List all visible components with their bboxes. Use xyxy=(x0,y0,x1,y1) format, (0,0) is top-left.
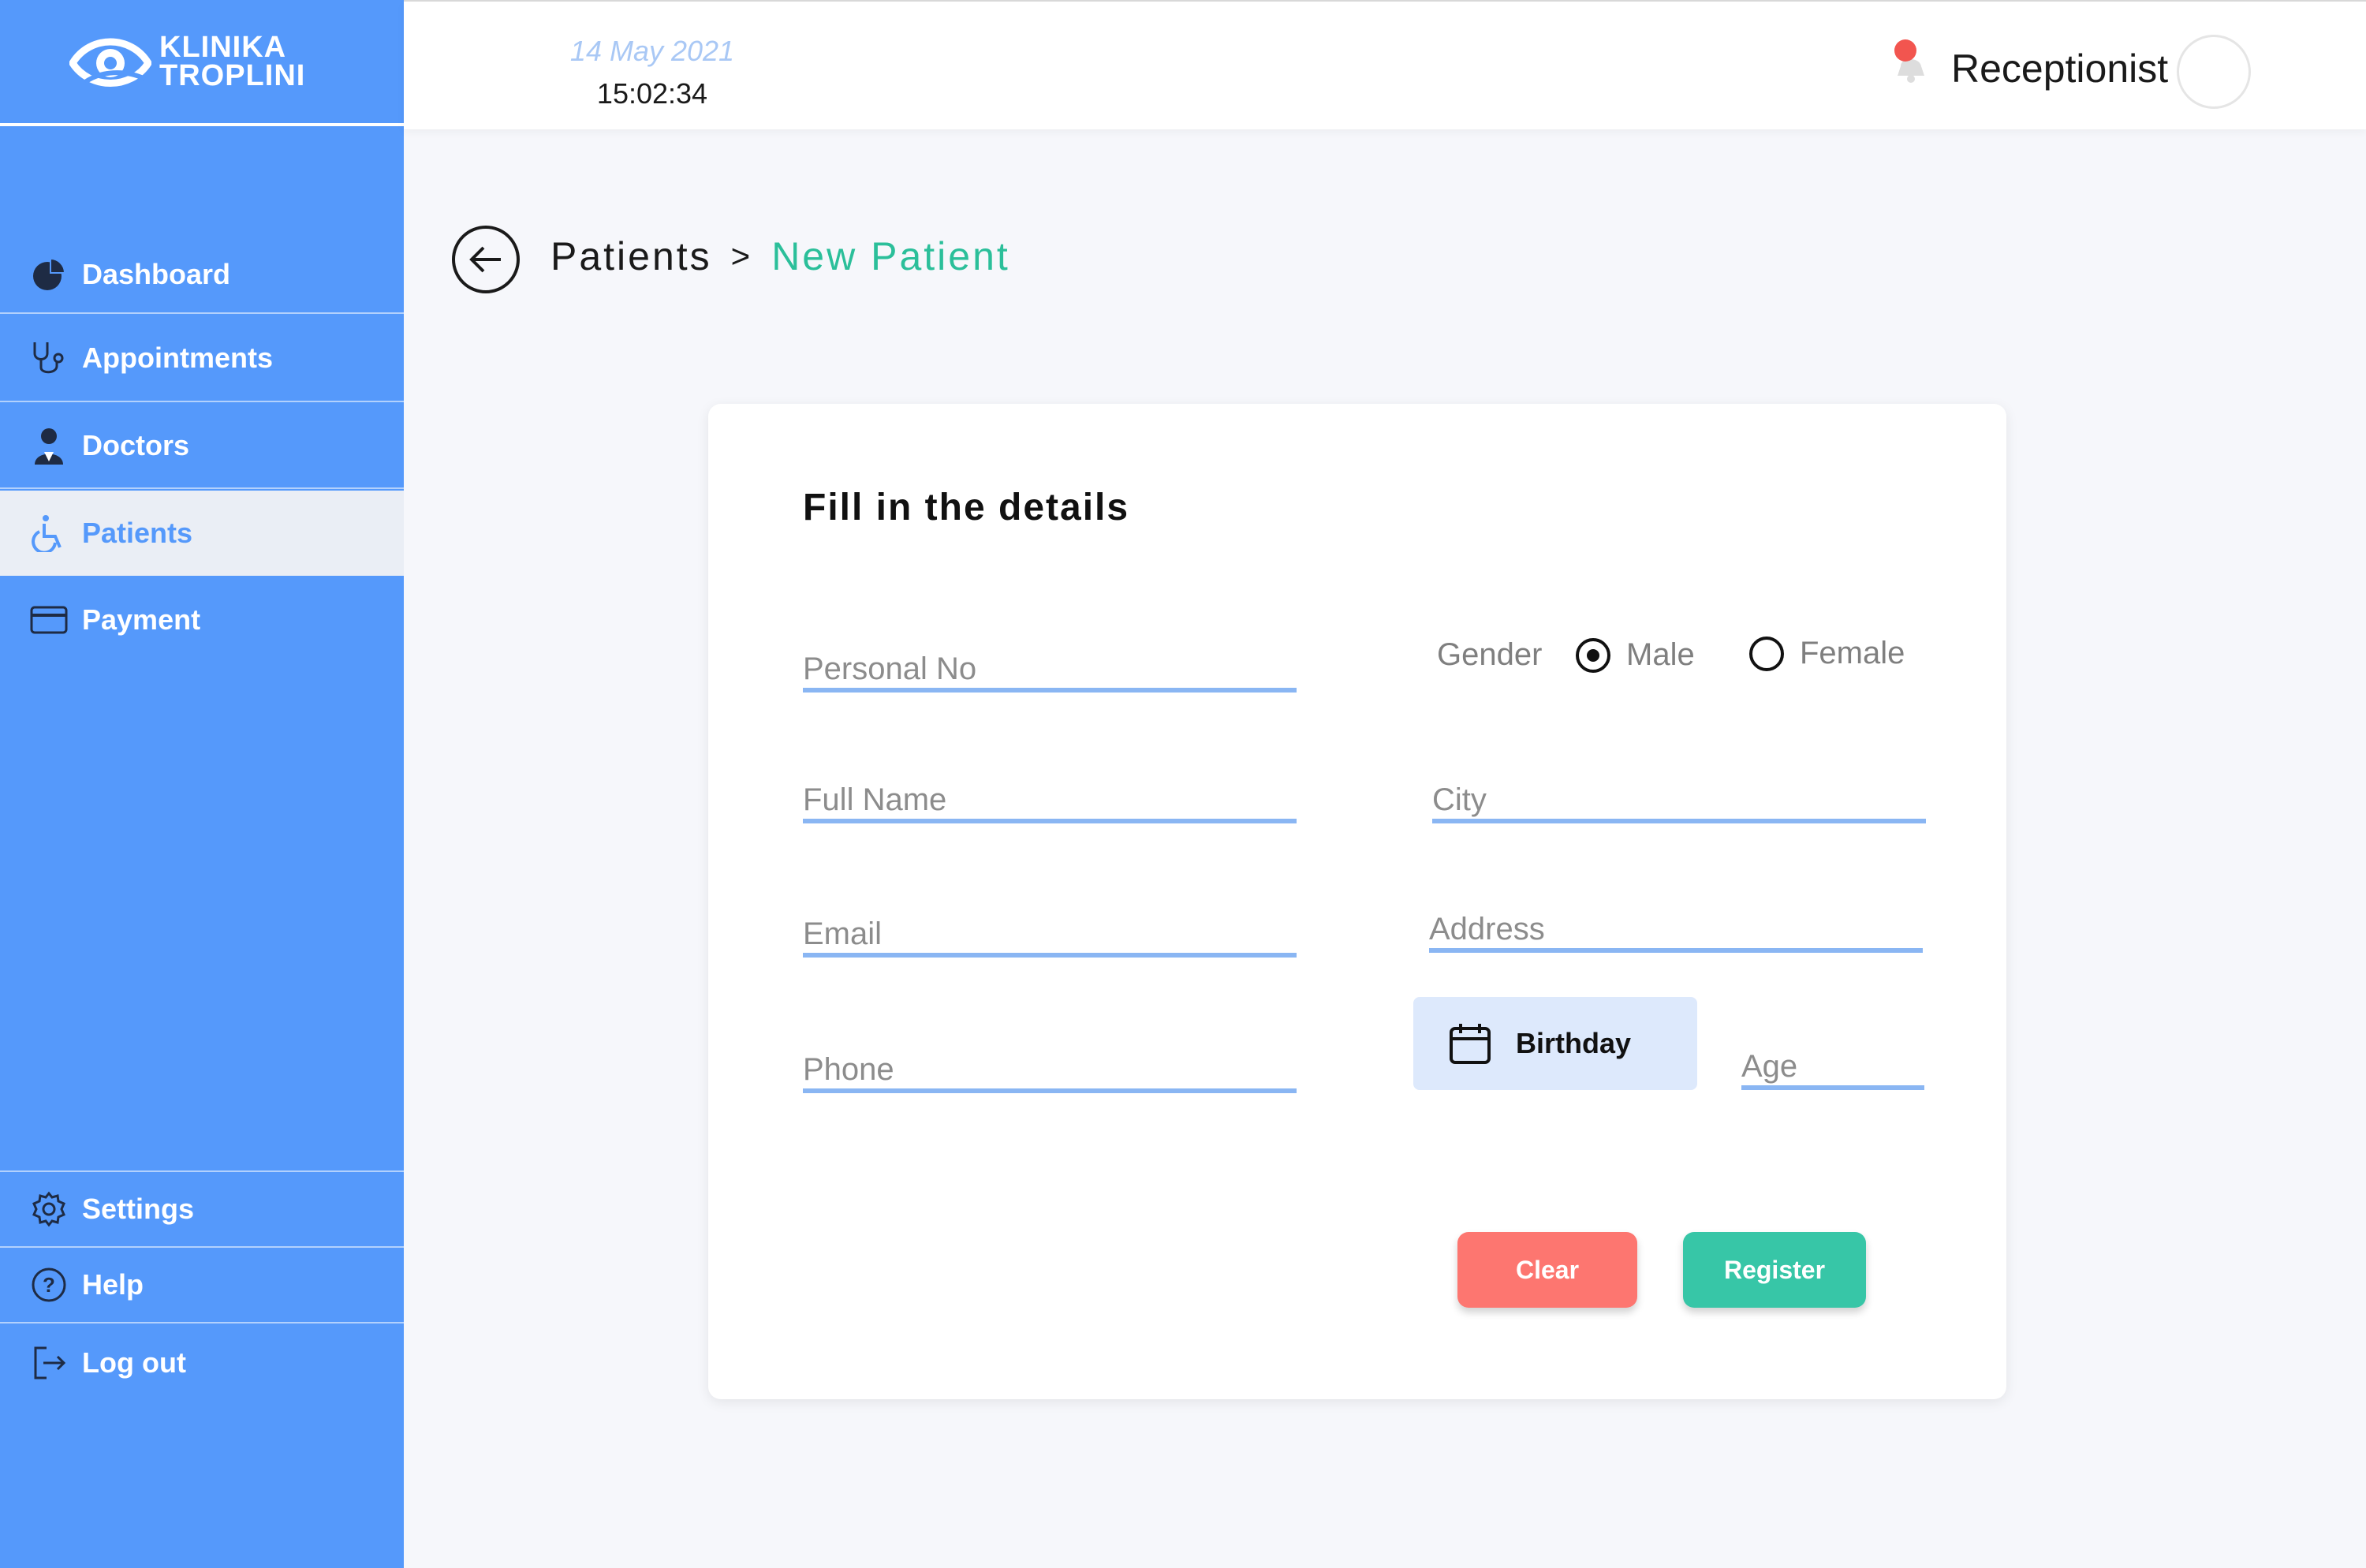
sidebar-item-doctors[interactable]: Doctors xyxy=(0,404,404,489)
breadcrumb-separator: > xyxy=(730,237,753,274)
city-input[interactable] xyxy=(1432,768,1926,819)
sidebar-item-payment[interactable]: Payment xyxy=(0,577,404,663)
gender-label: Gender xyxy=(1437,637,1543,672)
current-time: 15:02:34 xyxy=(596,77,708,110)
gender-male-radio[interactable]: Male xyxy=(1576,637,1695,673)
sidebar-item-label: Doctors xyxy=(82,429,190,461)
new-patient-form-card: Fill in the details Gender Male Female B… xyxy=(708,404,2006,1399)
radio-unselected-icon xyxy=(1749,636,1784,671)
address-input[interactable] xyxy=(1429,898,1923,948)
sidebar-item-help[interactable]: ? Help xyxy=(0,1248,404,1323)
sidebar-item-label: Settings xyxy=(82,1193,195,1225)
sidebar-item-appointments[interactable]: Appointments xyxy=(0,315,404,402)
top-bar: 14 May 2021 15:02:34 Receptionist xyxy=(404,0,2366,129)
brand-line-2: TROPLINI xyxy=(159,59,306,92)
age-input[interactable] xyxy=(1741,1035,1924,1085)
sidebar-item-label: Dashboard xyxy=(82,258,231,290)
notification-bell-icon[interactable] xyxy=(1886,35,1934,90)
birthday-picker-button[interactable]: Birthday xyxy=(1413,997,1697,1090)
personal-no-field xyxy=(803,637,1297,693)
brand-line-1: KLINIKA xyxy=(159,31,287,64)
sidebar: KLINIKA TROPLINI Dashboard Appointments … xyxy=(0,0,404,1568)
sidebar-item-label: Help xyxy=(82,1268,144,1301)
clear-button[interactable]: Clear xyxy=(1457,1232,1637,1308)
form-title: Fill in the details xyxy=(803,487,1130,528)
birthday-label: Birthday xyxy=(1516,1027,1632,1059)
phone-input[interactable] xyxy=(803,1038,1297,1088)
gender-female-label: Female xyxy=(1800,636,1905,670)
sidebar-item-settings[interactable]: Settings xyxy=(0,1170,404,1248)
avatar[interactable] xyxy=(2177,35,2251,109)
brand-logo[interactable]: KLINIKA TROPLINI xyxy=(0,0,404,126)
register-button[interactable]: Register xyxy=(1683,1232,1866,1308)
current-date: 14 May 2021 xyxy=(569,35,735,67)
email-input[interactable] xyxy=(803,902,1297,953)
svg-text:?: ? xyxy=(43,1273,55,1297)
user-role: Receptionist xyxy=(1951,47,2169,91)
doctor-icon xyxy=(30,427,68,465)
full-name-input[interactable] xyxy=(803,768,1297,819)
pie-chart-icon xyxy=(30,256,68,293)
gender-female-radio[interactable]: Female xyxy=(1749,636,1905,671)
eye-logo-icon xyxy=(68,30,153,93)
sidebar-item-label: Log out xyxy=(82,1346,186,1379)
breadcrumb-new-patient: New Patient xyxy=(771,234,1010,278)
gender-male-label: Male xyxy=(1626,637,1695,672)
back-button[interactable] xyxy=(452,226,520,293)
calendar-icon xyxy=(1450,1024,1491,1064)
breadcrumb-patients[interactable]: Patients xyxy=(550,233,712,279)
stethoscope-icon xyxy=(30,339,68,377)
radio-selected-icon xyxy=(1576,637,1610,673)
credit-card-icon xyxy=(30,601,68,639)
sidebar-item-label: Payment xyxy=(82,603,201,636)
sidebar-item-dashboard[interactable]: Dashboard xyxy=(0,237,404,314)
city-field xyxy=(1432,768,1926,823)
help-icon: ? xyxy=(30,1266,68,1304)
arrow-left-icon xyxy=(469,246,501,273)
full-name-field xyxy=(803,768,1297,823)
address-field xyxy=(1429,898,1923,953)
email-field xyxy=(803,902,1297,958)
sidebar-item-label: Patients xyxy=(82,517,193,549)
breadcrumb: Patients > New Patient xyxy=(550,233,1010,279)
age-field xyxy=(1741,1035,1924,1090)
wheelchair-icon xyxy=(30,514,68,552)
phone-field xyxy=(803,1038,1297,1093)
personal-no-input[interactable] xyxy=(803,637,1297,688)
logout-icon xyxy=(30,1344,68,1382)
sidebar-item-label: Appointments xyxy=(82,342,273,374)
gear-icon xyxy=(30,1190,68,1228)
sidebar-item-logout[interactable]: Log out xyxy=(0,1325,404,1401)
sidebar-item-patients[interactable]: Patients xyxy=(0,491,404,576)
